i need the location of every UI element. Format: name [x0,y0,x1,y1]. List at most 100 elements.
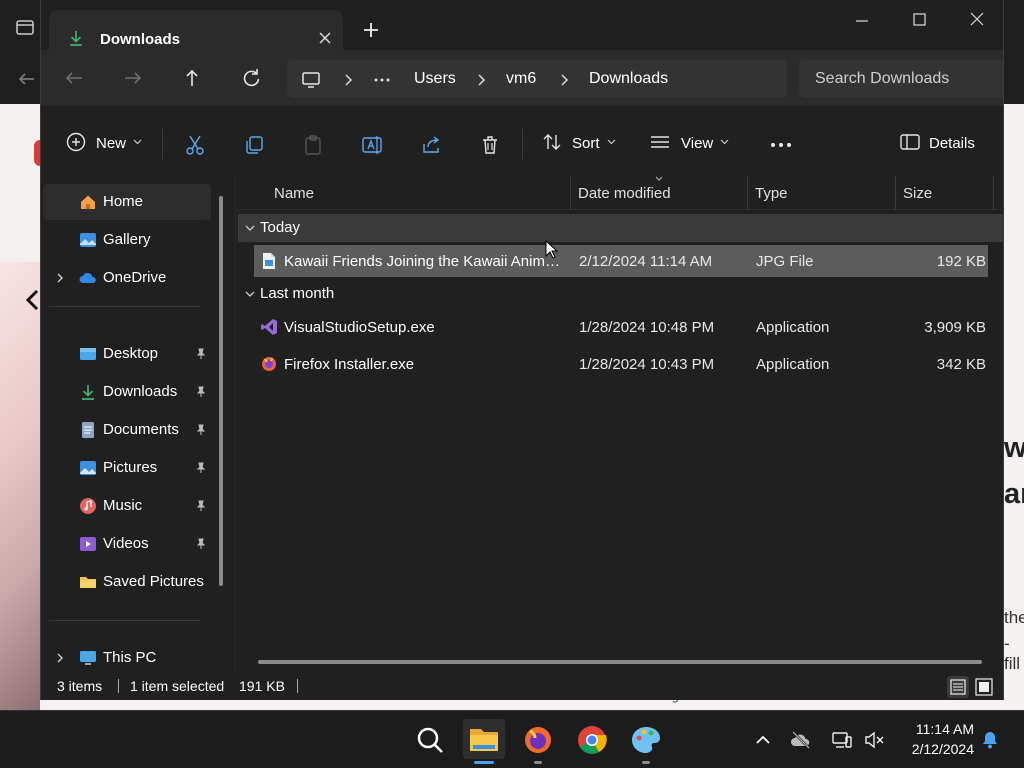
pin-icon[interactable] [195,462,207,474]
file-row[interactable]: VisualStudioSetup.exe 1/28/2024 10:48 PM… [254,311,988,343]
cut-icon[interactable] [184,131,206,159]
share-icon[interactable] [420,131,442,159]
sidebar-item-this-pc[interactable]: This PC [43,640,211,676]
page-text-fragment: -fill [1004,634,1021,673]
pictures-icon [80,461,96,475]
pin-icon[interactable] [195,500,207,512]
search-box[interactable]: Search Downloads [799,60,1003,98]
new-label: New [96,135,127,152]
sidebar-item-desktop[interactable]: Desktop [43,336,211,372]
chevron-right-icon[interactable] [476,73,486,87]
sidebar-scrollbar[interactable] [219,196,223,586]
this-pc-icon[interactable] [301,70,321,90]
network-icon[interactable] [831,729,853,751]
sidebar-item-saved-pictures[interactable]: Saved Pictures [43,564,211,600]
delete-icon[interactable] [479,131,501,159]
clock-date: 2/12/2024 [911,741,974,757]
breadcrumb-item[interactable]: vm6 [506,70,536,88]
chevron-right-icon[interactable] [343,73,353,87]
copy-icon[interactable] [243,131,265,159]
close-tab-icon[interactable] [315,28,335,48]
sidebar-item-documents[interactable]: Documents [43,412,211,448]
collapse-chevron-icon [245,225,255,231]
pin-icon[interactable] [195,538,207,550]
sidebar-item-home[interactable]: Home [43,184,211,220]
breadcrumb-item[interactable]: Users [414,70,456,88]
active-app-indicator [474,761,494,764]
volume-muted-icon[interactable] [863,729,885,751]
forward-arrow-icon[interactable] [119,64,147,92]
rename-icon[interactable] [361,131,383,159]
address-bar[interactable]: Users vm6 Downloads [287,60,787,98]
browser-back-icon[interactable] [14,66,40,92]
details-view-button[interactable] [947,676,969,698]
paint-icon[interactable] [629,723,663,757]
up-arrow-icon[interactable] [178,64,206,92]
file-explorer-taskbar-button[interactable] [463,719,505,759]
downloads-icon [82,385,94,400]
download-arrow-icon [70,31,82,46]
file-row[interactable]: Firefox Installer.exe 1/28/2024 10:43 PM… [254,348,988,380]
pin-icon[interactable] [195,348,207,360]
new-tab-icon[interactable] [359,18,383,42]
view-button[interactable]: View [649,129,733,157]
notification-bell-icon[interactable] [979,729,1001,751]
column-header-type[interactable]: Type [755,185,788,202]
sort-button[interactable]: Sort [541,129,621,157]
group-header-today[interactable]: Today [238,214,1004,242]
chevron-down-icon [133,139,142,145]
onedrive-offline-icon[interactable] [790,729,812,751]
sidebar-item-videos[interactable]: Videos [43,526,211,562]
column-header-size[interactable]: Size [903,185,932,202]
browser-tab-actions-icon[interactable] [14,16,36,38]
sidebar-item-onedrive[interactable]: OneDrive [43,260,211,296]
visual-studio-icon [261,319,277,335]
breadcrumb-item[interactable]: Downloads [589,70,668,88]
column-divider[interactable] [747,176,748,210]
sidebar-item-downloads[interactable]: Downloads [43,374,211,410]
sort-icon [543,134,561,150]
carousel-prev-icon[interactable] [24,289,40,311]
chevron-down-icon [607,139,616,145]
desktop-folder-icon [80,348,96,360]
sidebar-item-music[interactable]: Music [43,488,211,524]
expand-chevron-icon[interactable] [55,652,65,664]
horizontal-scrollbar[interactable] [258,660,982,664]
file-type: JPG File [756,253,814,270]
maximize-icon[interactable] [897,6,943,36]
tiles-view-icon [975,678,993,696]
refresh-icon[interactable] [237,64,265,92]
details-button[interactable]: Details [899,129,979,157]
column-header-name[interactable]: Name [274,185,314,202]
minimize-icon[interactable] [839,6,885,36]
pin-icon[interactable] [195,386,207,398]
column-divider[interactable] [993,176,994,210]
file-row[interactable]: Kawaii Friends Joining the Kawaii Anime … [254,245,988,277]
system-clock[interactable]: 11:14 AM 2/12/2024 [900,719,974,759]
column-divider[interactable] [570,176,571,210]
search-icon[interactable] [413,723,447,757]
expand-chevron-icon[interactable] [55,272,65,284]
sidebar-item-pictures[interactable]: Pictures [43,450,211,486]
running-app-indicator [534,761,542,764]
file-date: 1/28/2024 10:43 PM [579,356,715,373]
new-button[interactable]: New [65,129,145,157]
home-icon [81,195,95,209]
more-options-icon[interactable] [769,131,793,159]
close-window-icon[interactable] [954,6,1000,36]
pin-icon[interactable] [195,424,207,436]
navigation-pane: Home Gallery OneDrive Desktop Downloads … [41,176,235,672]
group-header-last-month[interactable]: Last month [238,280,1004,308]
paste-icon[interactable] [302,131,324,159]
back-arrow-icon[interactable] [60,64,88,92]
sidebar-item-gallery[interactable]: Gallery [43,222,211,258]
show-hidden-icons-chevron-icon[interactable] [752,729,774,751]
sort-indicator-icon [655,176,663,181]
chevron-right-icon[interactable] [559,73,569,87]
chrome-icon[interactable] [575,723,609,757]
large-icons-view-button[interactable] [973,676,995,698]
column-divider[interactable] [895,176,896,210]
more-locations-icon[interactable] [373,73,391,87]
column-header-date[interactable]: Date modified [578,185,671,202]
firefox-icon[interactable] [521,723,555,757]
